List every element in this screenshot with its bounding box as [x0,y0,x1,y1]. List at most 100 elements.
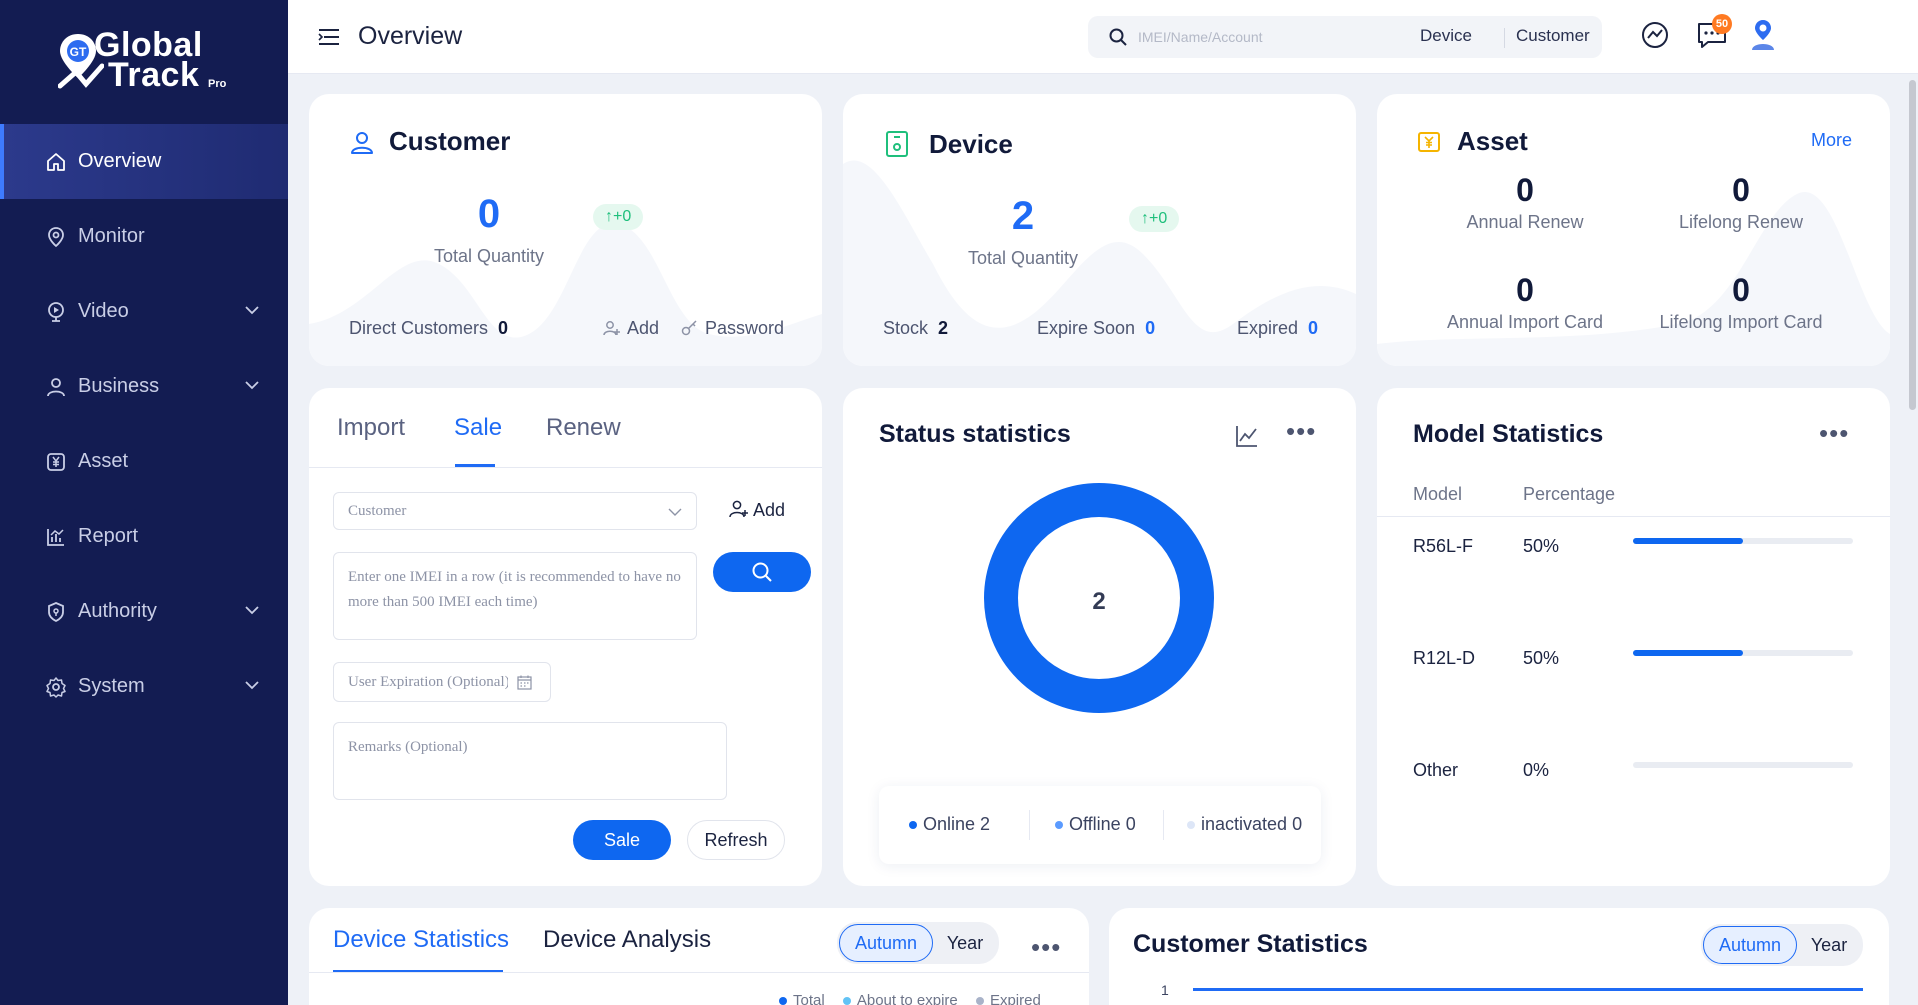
legend-offline[interactable]: Offline 0 [1055,814,1136,835]
chevron-down-icon [245,306,259,315]
search-divider [1504,28,1505,48]
legend-divider [1163,810,1164,840]
tab-renew[interactable]: Renew [546,414,621,442]
lifelong-renew-label: Lifelong Renew [1678,212,1804,232]
customer-title: Customer [389,126,511,156]
user-expiration-field[interactable]: User Expiration (Optional) [333,662,551,702]
chart-icon [44,525,68,549]
more-options-icon[interactable]: ••• [1286,418,1316,444]
tab-sale[interactable]: Sale [454,414,502,442]
tab-device-statistics[interactable]: Device Statistics [333,926,509,954]
remarks-textarea[interactable]: Remarks (Optional) [333,722,727,800]
period-autumn[interactable]: Autumn [1703,926,1797,964]
sidebar-item-asset[interactable]: Asset [0,424,288,499]
model-statistics-card: Model Statistics ••• Model Percentage R5… [1377,388,1890,886]
line-chart-icon[interactable] [1235,424,1259,448]
customer-card: Customer 0 ↑+0 Total Quantity Direct Cus… [309,94,822,366]
device-total-label: Total Quantity [967,248,1079,268]
annual-renew-value: 0 [1516,172,1534,208]
asset-more-link[interactable]: More [1811,130,1852,151]
imei-textarea[interactable]: Enter one IMEI in a row (it is recommend… [333,552,697,640]
customer-select[interactable]: Customer [333,492,697,530]
sidebar-item-label: Monitor [78,225,145,247]
sidebar-item-overview[interactable]: Overview [0,124,288,199]
device-card: Device 2 ↑+0 Total Quantity Stock 2 Expir… [843,94,1356,366]
asset-yen-icon [1418,132,1440,152]
sidebar-item-report[interactable]: Report [0,499,288,574]
sidebar-item-monitor[interactable]: Monitor [0,199,288,274]
customer-password-link[interactable]: Password [681,318,784,339]
asset-card: Asset More 0 Annual Renew 0 Lifelong Ren… [1377,94,1890,366]
customer-total-label: Total Quantity [433,246,545,266]
sidebar-item-system[interactable]: System [0,649,288,724]
search-icon [752,562,772,582]
imei-placeholder: Enter one IMEI in a row (it is recommend… [348,569,681,610]
model-pct: 50% [1523,648,1560,668]
global-search: Device Customer [1088,16,1602,58]
divider [309,467,822,468]
period-year[interactable]: Year [933,924,997,962]
legend-about-to-expire[interactable]: About to expire [842,992,958,1005]
more-options-icon[interactable]: ••• [1819,420,1849,446]
legend-total[interactable]: Total [779,992,825,1005]
video-pin-icon [44,300,68,324]
model-bar-track [1633,538,1853,544]
user-avatar-icon[interactable] [1748,18,1778,52]
menu-toggle-icon[interactable] [318,28,340,46]
device-expired[interactable]: Expired 0 [1237,318,1318,339]
customer-statistics-title: Customer Statistics [1133,930,1368,958]
period-year[interactable]: Year [1797,926,1861,964]
sidebar-item-business[interactable]: Business [0,349,288,424]
customer-add-link[interactable]: Add [603,318,659,339]
customer-delta: ↑+0 [593,204,644,230]
model-name: R56L-F [1413,536,1474,556]
remarks-placeholder: Remarks (Optional) [348,739,468,755]
legend-divider [1029,810,1030,840]
logo[interactable]: GT Global Track Pro [58,26,258,100]
status-title: Status statistics [879,420,1071,448]
sale-button[interactable]: Sale [573,820,671,860]
device-expire-soon[interactable]: Expire Soon 0 [1037,318,1155,339]
sidebar-item-video[interactable]: Video [0,274,288,349]
dashboard-gauge-icon[interactable] [1640,20,1670,50]
search-imei-button[interactable] [713,552,811,592]
sidebar-item-label: Asset [78,450,129,472]
chevron-down-icon [245,381,259,390]
page-title: Overview [358,22,463,50]
model-bar-fill [1633,538,1743,544]
chevron-down-icon [245,606,259,615]
legend-expired[interactable]: Expired [975,992,1041,1005]
refresh-button[interactable]: Refresh [687,820,785,860]
search-input[interactable] [1138,24,1398,50]
message-badge: 50 [1712,14,1732,34]
sidebar-item-authority[interactable]: Authority [0,574,288,649]
status-legend: Online 2 Offline 0 inactivated 0 [879,786,1321,864]
period-autumn[interactable]: Autumn [839,924,933,962]
sidebar-item-label: Video [78,300,129,322]
sidebar-item-label: System [78,675,145,697]
device-title: Device [929,129,1013,159]
legend-online[interactable]: Online 2 [909,814,990,835]
divider [1377,516,1890,517]
page-scrollbar[interactable] [1909,80,1916,410]
search-tab-device[interactable]: Device [1420,26,1472,46]
direct-customers: Direct Customers 0 [349,318,509,338]
gear-icon [44,675,68,699]
y-axis-tick: 1 [1161,982,1169,998]
logo-pro: Pro [208,78,227,90]
logo-text: Global Track [94,26,203,94]
more-options-icon[interactable]: ••• [1031,934,1061,960]
sidebar-item-label: Overview [78,150,162,172]
customer-select-placeholder: Customer [348,502,407,519]
status-statistics-card: Status statistics ••• 2 Online 2 Offline… [843,388,1356,886]
tab-import[interactable]: Import [337,414,405,442]
annual-renew-label: Annual Renew [1466,212,1584,232]
search-tab-customer[interactable]: Customer [1516,26,1590,46]
tab-device-analysis[interactable]: Device Analysis [543,926,711,954]
device-total: 2 [1011,194,1035,238]
legend-inactivated[interactable]: inactivated 0 [1187,814,1302,835]
model-bar-fill [1633,650,1743,656]
add-user-icon [603,321,620,336]
device-icon [886,131,908,157]
add-customer-link[interactable]: Add [729,500,785,521]
